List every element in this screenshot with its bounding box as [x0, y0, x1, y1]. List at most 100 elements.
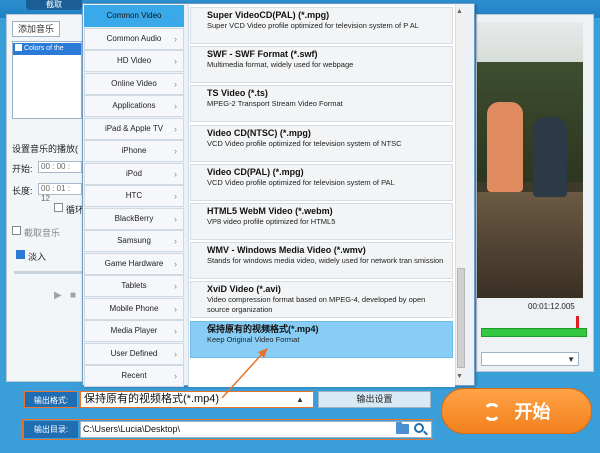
category-item[interactable]: Game Hardware › — [84, 252, 184, 275]
format-item[interactable]: Video CD(PAL) (*.mpg) VCD Video profile o… — [190, 163, 453, 201]
output-format-label: 输出格式: — [24, 391, 78, 408]
format-item[interactable]: Video CD(NTSC) (*.mpg) VCD Video profile … — [190, 124, 453, 162]
tab-cut[interactable]: 截取 — [26, 0, 82, 10]
format-title: WMV - Windows Media Video (*.wmv) — [207, 245, 366, 256]
format-description: VCD Video profile optimized for televisi… — [207, 138, 402, 148]
format-description: Stands for windows media video, widely u… — [207, 256, 444, 266]
chevron-right-icon: › — [174, 258, 177, 269]
chevron-right-icon: › — [174, 33, 177, 44]
format-title: 保持原有的视频格式(*.mp4) — [207, 323, 319, 334]
category-item[interactable]: Common Audio › — [84, 27, 184, 50]
category-item[interactable]: iPad & Apple TV › — [84, 117, 184, 140]
category-item[interactable]: iPod › — [84, 162, 184, 185]
category-label: Samsung — [117, 236, 151, 245]
category-label: Online Video — [111, 78, 157, 88]
category-item[interactable]: Media Player › — [84, 320, 184, 342]
chevron-right-icon: › — [174, 78, 177, 89]
folder-icon[interactable] — [396, 422, 409, 434]
cut-music-label: 截取音乐 — [24, 228, 61, 238]
chevron-right-icon: › — [174, 281, 177, 291]
play-icon[interactable]: ▶ — [54, 290, 62, 301]
format-item[interactable]: SWF - SWF Format (*.swf) Multimedia forma… — [190, 46, 453, 84]
format-title: Video CD(PAL) (*.mpg) — [207, 166, 304, 177]
chevron-right-icon: › — [174, 371, 177, 381]
timeline-bar[interactable] — [481, 328, 587, 337]
dropdown-arrow-icon[interactable]: ▲ — [296, 392, 304, 407]
fade-in-checkbox[interactable] — [16, 250, 25, 259]
chevron-right-icon: › — [174, 146, 177, 156]
category-label: Game Hardware — [104, 258, 164, 268]
scroll-down-icon[interactable]: ▼ — [456, 373, 463, 380]
category-label: Applications — [112, 101, 156, 110]
category-item[interactable]: Online Video › — [84, 72, 184, 95]
set-music-label: 设置音乐的播放( — [12, 144, 78, 154]
format-item[interactable]: 保持原有的视频格式(*.mp4) Keep Original Video Form… — [190, 320, 453, 358]
scroll-up-icon[interactable]: ▲ — [456, 8, 463, 15]
category-item[interactable]: Mobile Phone › — [84, 297, 184, 320]
fade-in-label: 淡入 — [28, 252, 47, 262]
end-timestamp: 00:01:12.005 — [528, 302, 575, 311]
search-icon[interactable] — [414, 423, 424, 433]
category-label: Common Video — [106, 11, 162, 20]
chevron-right-icon: › — [174, 11, 177, 21]
music-volume-slider[interactable] — [14, 271, 82, 274]
start-button[interactable]: 开始 — [441, 388, 592, 434]
category-label: Mobile Phone — [109, 303, 159, 313]
output-dir-label: 输出目录: — [24, 421, 78, 438]
format-description: Keep Original Video Format — [207, 334, 300, 344]
scroll-thumb[interactable] — [457, 268, 465, 368]
output-settings-button[interactable]: 输出设置 — [318, 391, 431, 408]
category-label: Recent — [121, 371, 147, 380]
stop-icon[interactable]: ■ — [70, 290, 76, 301]
format-item[interactable]: WMV - Windows Media Video (*.wmv) Stands … — [190, 242, 453, 280]
category-item[interactable]: Recent › — [84, 365, 184, 387]
chevron-right-icon: › — [174, 191, 177, 201]
format-item[interactable]: HTML5 WebM Video (*.webm) VP8 video profi… — [190, 203, 453, 240]
category-label: iPod — [125, 168, 142, 178]
category-item[interactable]: BlackBerry › — [84, 207, 184, 230]
format-title: HTML5 WebM Video (*.webm) — [207, 206, 333, 216]
music-item-checkbox[interactable] — [15, 44, 22, 51]
output-dir-value: C:\Users\Lucia\Desktop\ — [83, 424, 181, 434]
video-preview — [477, 22, 583, 298]
format-title: Video CD(NTSC) (*.mpg) — [207, 127, 311, 138]
format-description: Multimedia format, widely used for webpa… — [207, 60, 354, 70]
category-item[interactable]: Common Video › — [84, 5, 184, 27]
playhead-marker[interactable] — [576, 316, 579, 328]
length-time-field[interactable]: 00 : 01 : 12 — [38, 183, 82, 203]
add-music-button[interactable]: 添加音乐 — [12, 21, 60, 37]
start-time-field[interactable]: 00 : 00 : — [38, 161, 82, 173]
music-list-item[interactable]: Colors of the — [13, 43, 81, 55]
chevron-right-icon: › — [174, 123, 177, 134]
format-item[interactable]: Super VideoCD(PAL) (*.mpg) Super VCD Vide… — [190, 7, 453, 44]
start-label: 开始: — [12, 164, 33, 174]
category-label: iPad & Apple TV — [104, 123, 164, 133]
format-description: Video compression format based on MPEG-4… — [207, 295, 426, 315]
category-item[interactable]: iPhone › — [84, 140, 184, 162]
format-item[interactable]: XviD Video (*.avi) Video compression form… — [190, 281, 453, 319]
format-item[interactable]: TS Video (*.ts) MPEG-2 Transport Stream V… — [190, 85, 453, 123]
format-description: VCD Video profile optimized for televisi… — [207, 177, 395, 187]
format-description: Super VCD Video profile optimized for te… — [207, 21, 419, 30]
chevron-right-icon: › — [174, 101, 177, 111]
category-list: Common Video › Common Audio › HD Video › Onlin… — [84, 5, 184, 389]
category-label: HTC — [125, 191, 143, 200]
chevron-right-icon: › — [174, 236, 177, 246]
chevron-right-icon: › — [174, 348, 177, 359]
category-label: BlackBerry — [114, 213, 154, 223]
loop-checkbox[interactable] — [54, 203, 63, 212]
category-item[interactable]: Samsung › — [84, 230, 184, 252]
format-title: TS Video (*.ts) — [207, 88, 268, 99]
category-item[interactable]: User Defined › — [84, 342, 184, 365]
cut-music-checkbox[interactable] — [12, 226, 21, 235]
refresh-icon — [482, 403, 501, 421]
preview-dropdown[interactable]: ▼ — [481, 352, 579, 366]
chevron-right-icon: › — [174, 326, 177, 336]
category-item[interactable]: HTC › — [84, 185, 184, 207]
length-label: 长度: — [12, 186, 33, 196]
category-item[interactable]: Tablets › — [84, 275, 184, 297]
category-item[interactable]: Applications › — [84, 95, 184, 117]
format-title: XviD Video (*.avi) — [207, 284, 281, 295]
music-item-label: Colors of the — [24, 45, 64, 52]
category-item[interactable]: HD Video › — [84, 50, 184, 72]
